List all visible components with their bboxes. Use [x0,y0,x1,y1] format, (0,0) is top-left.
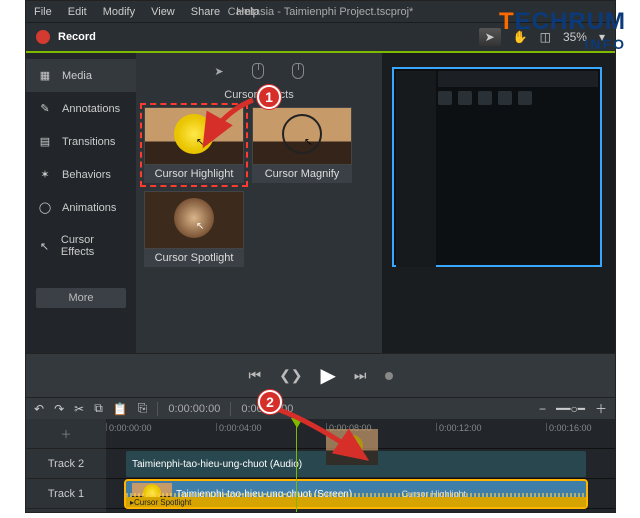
effect-strip-label: Cursor Spotlight [134,498,191,507]
sidebar-more-button[interactable]: More [36,288,126,308]
annotations-icon: ✎ [36,102,54,115]
sidebar-item-transitions[interactable]: ▤ Transitions [26,125,136,158]
menu-edit[interactable]: Edit [68,6,87,18]
sidebar-item-media[interactable]: ▦ Media [26,59,136,92]
split-icon[interactable]: ⎘ [138,401,148,416]
marker-dot[interactable] [385,372,393,380]
record-button[interactable]: Record [58,31,96,43]
play-button[interactable]: ▶ [321,363,336,388]
sidebar-item-label: Media [62,70,92,82]
callout-2: 2 [258,390,282,414]
preview-mini-icons [438,91,532,105]
next-frame-button[interactable]: ⏭ [354,367,367,384]
record-icon [36,30,50,44]
window-title: Camtasia - Taimienphi Project.tscproj* [228,6,414,18]
menu-file[interactable]: File [34,6,52,18]
sidebar-item-label: Animations [62,202,116,214]
watermark-t: T [499,8,515,35]
watermark: TECHRUM INFO [499,8,626,52]
effect-thumb-label: Cursor Spotlight [144,249,244,267]
behaviors-icon: ✶ [36,168,54,181]
redo-icon[interactable]: ↷ [54,402,64,416]
animations-icon: ◯ [36,201,54,214]
effect-thumb-label: Cursor Magnify [252,165,352,183]
sidebar-item-behaviors[interactable]: ✶ Behaviors [26,158,136,191]
ruler-tick: 0:00:16:00 [546,423,592,431]
preview-mini-sidebar [396,71,436,267]
playback-controls: ⏮ ❮❯ ▶ ⏭ [26,353,615,397]
step-back-button[interactable]: ❮❯ [279,367,302,384]
menu-modify[interactable]: Modify [103,6,135,18]
timecode-current: 0:00:00:00 [168,403,220,415]
sidebar-item-label: Annotations [62,103,120,115]
screen-clip[interactable]: Taimienphi-tao-hieu-ung-chuot (Screen) C… [126,481,586,507]
callout-1: 1 [257,85,281,109]
track-headers: ＋ Track 2 Track 1 [26,419,106,512]
clip-effect-strip[interactable]: ▸ Cursor Spotlight [126,497,586,507]
main-area: ▦ Media ✎ Annotations ▤ Transitions ✶ Be… [26,53,615,353]
ruler-tick: 0:00:12:00 [436,423,482,431]
cut-icon[interactable]: ✂ [74,402,84,416]
menu-share[interactable]: Share [191,6,220,18]
preview-mini-header [438,71,598,87]
media-icon: ▦ [36,69,54,82]
zoom-out-icon[interactable]: − [539,402,546,416]
effect-cursor-spotlight[interactable]: ↖ Cursor Spotlight [144,191,244,267]
canvas-preview[interactable] [382,53,615,353]
sidebar-item-label: Behaviors [62,169,111,181]
prev-frame-button[interactable]: ⏮ [248,367,261,384]
canvas-selection[interactable] [392,67,602,267]
paste-icon[interactable]: 📋 [113,402,128,416]
track-header-2[interactable]: Track 2 [26,449,106,479]
effects-subtabs: ➤ [144,59,374,87]
track-1[interactable]: Taimienphi-tao-hieu-ung-chuot (Screen) C… [106,479,615,509]
right-click-tab-icon[interactable] [292,63,304,79]
sidebar-item-label: Cursor Effects [61,234,126,258]
arrow-2 [270,400,380,470]
cursor-effects-icon: ↖ [36,240,53,253]
transitions-icon: ▤ [36,135,54,148]
effect-thumb-label: Cursor Highlight [144,165,244,183]
undo-icon[interactable]: ↶ [34,402,44,416]
sidebar-item-annotations[interactable]: ✎ Annotations [26,92,136,125]
zoom-slider[interactable]: ━━○━ [556,402,585,416]
ruler-tick: 0:00:00:00 [106,423,152,431]
ruler-tick: 0:00:04:00 [216,423,262,431]
track-header-1[interactable]: Track 1 [26,479,106,509]
sidebar-item-label: Transitions [62,136,115,148]
sidebar-item-cursor-effects[interactable]: ↖ Cursor Effects [26,224,136,268]
zoom-in-icon[interactable]: ＋ [595,400,607,417]
watermark-info: INFO [499,36,626,52]
sidebar-item-animations[interactable]: ◯ Animations [26,191,136,224]
copy-icon[interactable]: ⧉ [94,401,103,416]
add-track-button[interactable]: ＋ [26,419,106,449]
watermark-echrum: ECHRUM [515,8,626,35]
effect-thumb-image: ↖ [144,191,244,249]
effect-cursor-magnify[interactable]: ↖ Cursor Magnify [252,107,352,183]
cursor-tab-icon[interactable]: ➤ [214,65,223,78]
effect-thumb-image: ↖ [252,107,352,165]
arrow-1 [193,92,263,162]
select-tool-icon[interactable]: ➤ [479,28,501,46]
sidebar: ▦ Media ✎ Annotations ▤ Transitions ✶ Be… [26,53,136,353]
menu-view[interactable]: View [151,6,175,18]
left-click-tab-icon[interactable] [252,63,264,79]
